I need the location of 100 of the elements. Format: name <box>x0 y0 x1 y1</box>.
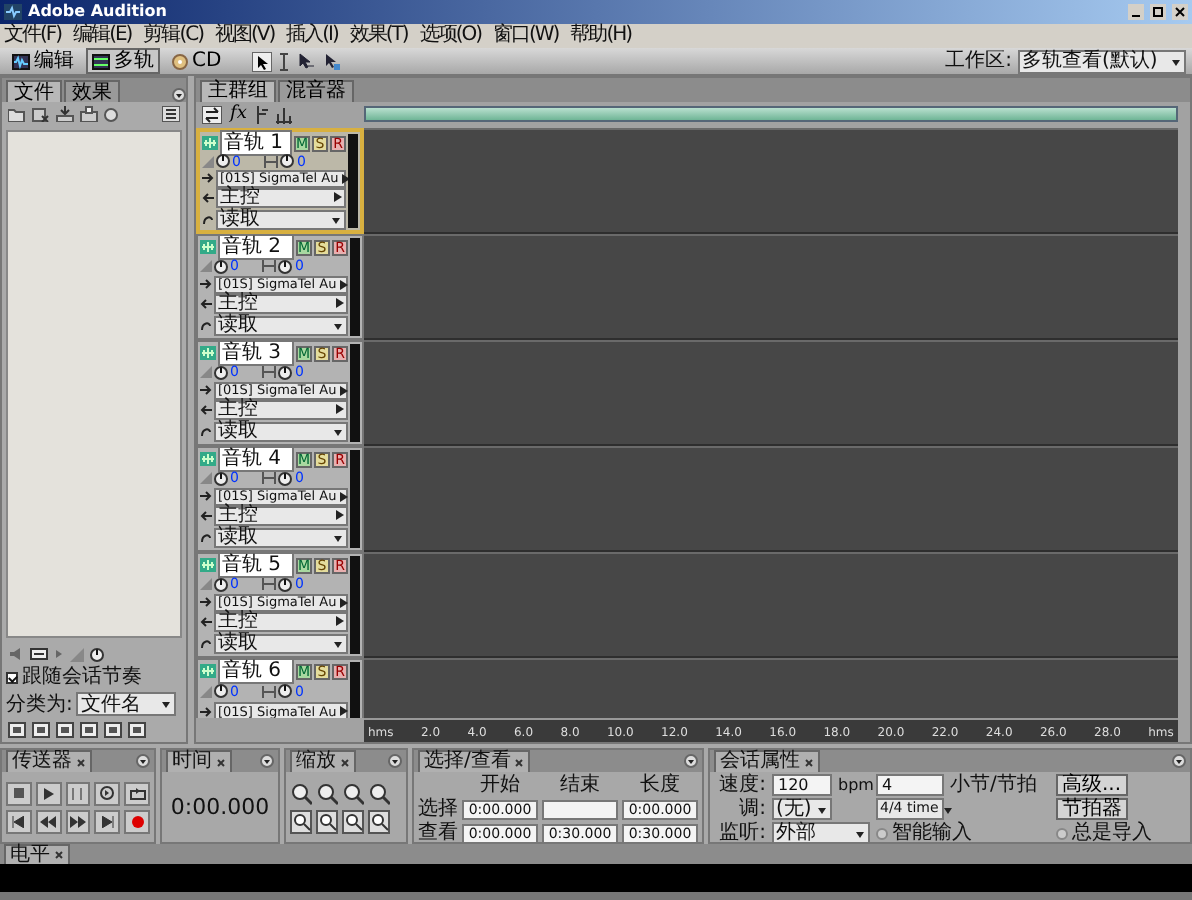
key-dropdown[interactable]: (无) <box>772 798 832 820</box>
panel-tab[interactable]: 时间 <box>166 750 232 772</box>
smart-input-option[interactable]: 智能输入 <box>876 823 1050 843</box>
mode-button[interactable]: CD <box>166 48 228 74</box>
menu-item[interactable]: 选项(O) <box>419 24 482 48</box>
knob-icon[interactable] <box>278 471 293 486</box>
play-small-icon[interactable] <box>54 646 64 662</box>
menu-item[interactable]: 视图(V) <box>214 24 275 48</box>
panel-tab[interactable]: 选择/查看 <box>418 750 531 772</box>
track-name-field[interactable]: 音轨 3 <box>218 340 294 367</box>
mode-button[interactable]: 多轨 <box>86 48 160 74</box>
monitor-dropdown[interactable]: 外部 <box>772 822 870 844</box>
menu-item[interactable]: 插入(I) <box>286 24 338 48</box>
effects-button[interactable]: fx <box>230 104 247 125</box>
menu-item[interactable]: 效果(T) <box>349 24 408 48</box>
knob-icon[interactable] <box>214 577 228 592</box>
knob-icon[interactable] <box>280 154 295 169</box>
overview-bar[interactable] <box>364 106 1178 123</box>
panel-tab[interactable]: 混音器 <box>278 79 354 102</box>
menu-item[interactable]: 剪辑(C) <box>143 24 203 48</box>
close-icon[interactable] <box>804 757 814 767</box>
track-name-field[interactable]: 音轨 6 <box>218 658 294 685</box>
knob-icon[interactable] <box>214 684 228 699</box>
workspace-dropdown[interactable]: 多轨查看(默认) <box>1018 49 1186 73</box>
output-dropdown[interactable]: 主控 <box>214 293 348 314</box>
panel-menu-icon[interactable] <box>684 754 698 768</box>
routing-icon[interactable] <box>254 105 269 124</box>
close-file-icon[interactable] <box>32 106 50 122</box>
automation-dropdown[interactable]: 读取 <box>214 527 348 548</box>
advanced-button[interactable]: 高级... <box>1056 774 1128 796</box>
menu-item[interactable]: 窗口(W) <box>493 24 559 48</box>
stop-button[interactable] <box>6 781 32 805</box>
loop-icon[interactable] <box>30 646 48 662</box>
panel-menu-icon[interactable] <box>136 754 150 768</box>
open-file-icon[interactable] <box>8 106 26 122</box>
output-dropdown[interactable]: 主控 <box>214 505 348 526</box>
track-name-field[interactable]: 音轨 2 <box>218 234 294 261</box>
knob-icon[interactable] <box>214 365 228 380</box>
close-icon[interactable] <box>216 757 226 767</box>
follow-tempo-checkbox[interactable]: 跟随会话节奏 <box>2 666 186 690</box>
hybrid-tool-icon[interactable] <box>321 51 342 71</box>
always-import-option[interactable]: 总是导入 <box>1056 823 1156 843</box>
panel-tab[interactable]: 文件 <box>6 80 62 102</box>
panel-tab[interactable]: 会话属性 <box>714 750 820 772</box>
panel-tab[interactable]: 效果 <box>64 80 120 102</box>
list-view-icon[interactable] <box>162 106 180 122</box>
track-name-field[interactable]: 音轨 1 <box>220 130 292 157</box>
automation-dropdown[interactable]: 读取 <box>216 209 346 230</box>
knob-icon[interactable] <box>214 259 228 274</box>
zoom-in-icon[interactable] <box>290 781 312 805</box>
panel-tab[interactable]: 传送器 <box>6 750 92 772</box>
go-to-end-button[interactable] <box>94 809 121 833</box>
panel-tab[interactable]: 缩放 <box>290 750 356 772</box>
close-icon[interactable] <box>340 757 350 767</box>
track-name-field[interactable]: 音轨 5 <box>218 552 294 579</box>
go-to-start-button[interactable] <box>6 809 32 833</box>
speaker-icon[interactable] <box>8 646 24 662</box>
panel-menu-icon[interactable] <box>388 754 402 768</box>
track-name-field[interactable]: 音轨 4 <box>218 446 294 473</box>
sort-dropdown[interactable]: 文件名 <box>76 692 177 716</box>
output-dropdown[interactable]: 主控 <box>214 399 348 420</box>
maximize-icon[interactable] <box>1150 4 1166 20</box>
menu-item[interactable]: 文件(F) <box>4 24 62 48</box>
play-to-end-button[interactable] <box>94 781 121 805</box>
knob-icon[interactable] <box>278 577 293 592</box>
swap-icon[interactable] <box>202 105 222 124</box>
move-tool-icon[interactable] <box>295 51 316 71</box>
close-icon[interactable] <box>1172 4 1188 20</box>
loop-button[interactable] <box>124 781 150 805</box>
knob-icon[interactable] <box>278 259 293 274</box>
text-cursor-icon[interactable] <box>277 51 290 71</box>
close-icon[interactable] <box>76 757 86 767</box>
time-field[interactable] <box>542 799 618 819</box>
panel-tab[interactable]: 电平 <box>4 843 70 865</box>
knob-icon[interactable] <box>278 365 293 380</box>
rewind-button[interactable] <box>35 809 62 833</box>
play-button[interactable] <box>35 781 62 805</box>
menu-item[interactable]: 编辑(E) <box>73 24 132 48</box>
eq-icon[interactable] <box>276 105 293 124</box>
import-icon[interactable] <box>56 106 74 122</box>
fast-forward-button[interactable] <box>65 809 91 833</box>
knob-icon[interactable] <box>278 684 293 699</box>
knob-icon[interactable] <box>216 154 230 169</box>
minimize-icon[interactable] <box>1128 4 1144 20</box>
automation-dropdown[interactable]: 读取 <box>214 315 348 336</box>
output-dropdown[interactable]: 主控 <box>214 611 348 632</box>
pointer-tool-icon[interactable] <box>251 51 272 71</box>
tempo-field[interactable]: 120 <box>772 774 832 796</box>
menu-item[interactable]: 帮助(H) <box>570 24 632 48</box>
automation-dropdown[interactable]: 读取 <box>214 633 348 654</box>
knob-icon[interactable] <box>90 647 104 661</box>
output-dropdown[interactable]: 主控 <box>216 187 346 208</box>
panel-tab[interactable]: 主群组 <box>200 79 276 102</box>
panel-menu-icon[interactable] <box>1172 754 1186 768</box>
close-icon[interactable] <box>54 850 64 860</box>
automation-dropdown[interactable]: 读取 <box>214 421 348 442</box>
panel-menu-icon[interactable] <box>172 88 186 102</box>
mode-button[interactable]: 编辑 <box>6 48 80 74</box>
close-icon[interactable] <box>514 757 525 767</box>
metronome-button[interactable]: 节拍器 <box>1056 798 1128 820</box>
